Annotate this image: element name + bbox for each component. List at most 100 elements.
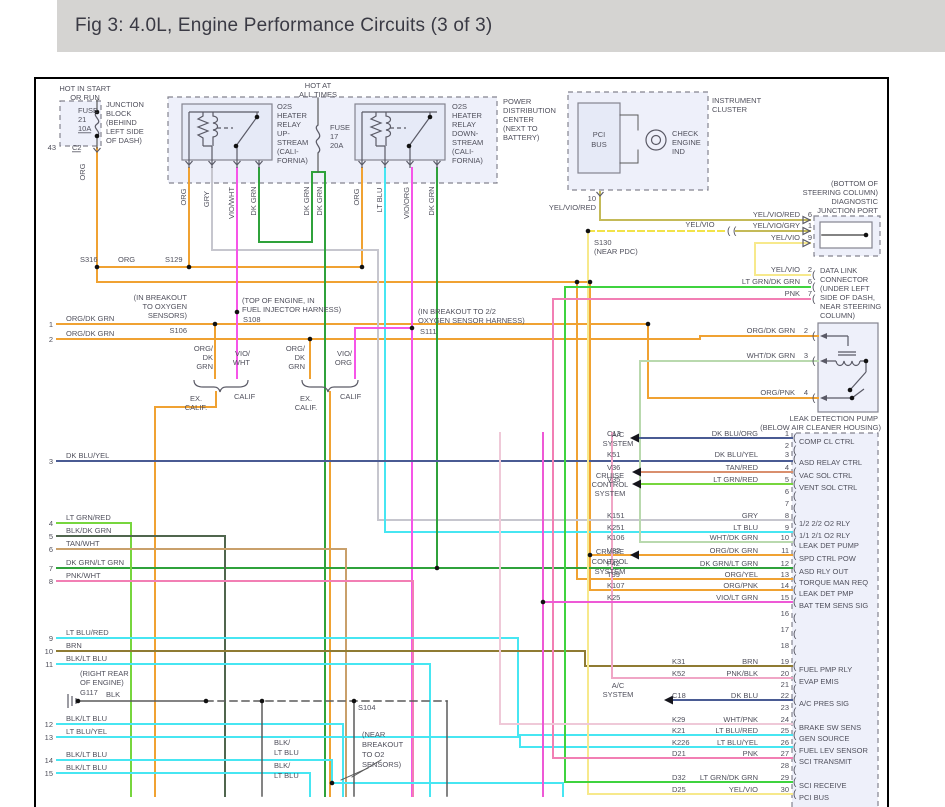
diagram-label: OXYGEN SENSOR HARNESS) — [418, 316, 525, 325]
pcm-wire-color: PNK — [743, 749, 758, 758]
system-arrow — [630, 550, 639, 560]
junction-dot — [186, 264, 192, 270]
junction-dot — [94, 264, 100, 270]
diagram-label: DK — [295, 353, 305, 362]
diagram-label: CALIF. — [295, 403, 318, 412]
diagram-label: 10 — [588, 194, 596, 203]
diagram-label: LEFT SIDE — [106, 127, 144, 136]
wire8-pnk-wht — [56, 580, 414, 797]
diagram-label: (BEHIND — [106, 118, 137, 127]
diagram-label: FUEL INJECTOR HARNESS) — [242, 305, 342, 314]
pcm-circuit-code: K251 — [607, 523, 625, 532]
junction-dot — [259, 698, 265, 704]
pcm-circuit-code: T99 — [607, 570, 620, 579]
left-wire-label: BRN — [66, 641, 82, 650]
junction-dot — [94, 133, 100, 139]
diagram-label: ORG — [78, 163, 87, 180]
diagram-label: (UNDER LEFT — [820, 284, 870, 293]
pcm-function-label: EVAP EMIS — [799, 677, 839, 686]
diagram-label: PCI — [593, 130, 606, 139]
diagram-label: BREAKOUT — [362, 740, 404, 749]
diagram-label: ENGINE — [672, 138, 701, 147]
pcm-function-label: SCI TRANSMIT — [799, 757, 852, 766]
pcm-pin-number: 7 — [785, 499, 789, 508]
pcm-function-label: ASD RELAY CTRL — [799, 458, 862, 467]
system-arrow — [632, 467, 641, 477]
wiring-diagram-canvas: ((((((((HOT IN STARTOR RUNFUSE2110AJUNCT… — [34, 77, 889, 807]
pcm-function-label: SCI RECEIVE — [799, 781, 847, 790]
diagram-label: O2S — [277, 102, 292, 111]
pcm-pin-number: 15 — [781, 593, 789, 602]
diagram-label: TO OXYGEN — [143, 302, 187, 311]
diagram-label: IND — [672, 147, 686, 156]
pcm-circuit-code: K107 — [607, 581, 625, 590]
pcm-wire-color: VIO/LT GRN — [716, 593, 758, 602]
pcm-function-label: GEN SOURCE — [799, 734, 849, 743]
pcm-function-label: COMP CL CTRL — [799, 437, 854, 446]
diagram-label: 1 — [808, 221, 812, 230]
pcm-pin-number: 9 — [785, 523, 789, 532]
pcm-pin-number: 12 — [781, 559, 789, 568]
pcm-circuit-code: C13 — [607, 429, 621, 438]
left-pin-number: 10 — [45, 647, 53, 656]
diagram-label: GRN — [196, 362, 213, 371]
diagram-label: WHT — [233, 358, 250, 367]
junction-dot — [574, 279, 580, 285]
pcm-wire-color: LT GRN/RED — [713, 475, 758, 484]
diagram-label: YEL/VIO — [771, 233, 800, 242]
diagram-label: SENSORS) — [148, 311, 188, 320]
left-pin-number: 9 — [49, 634, 53, 643]
pcm-pin-number: 13 — [781, 570, 789, 579]
left-pin-number: 13 — [45, 733, 53, 742]
left-pin-number: 5 — [49, 532, 53, 541]
diagram-label: 10A — [78, 124, 91, 133]
junction-dot — [359, 264, 365, 270]
diagram-label: C2 — [72, 143, 82, 152]
diagram-label: DATA LINK — [820, 266, 857, 275]
diagram-frame — [34, 77, 889, 807]
diagram-label: LT BLU — [274, 748, 299, 757]
pcm-function-label: FUEL PMP RLY — [799, 665, 852, 674]
diagram-label: DK GRN — [249, 186, 258, 215]
diagram-label: CENTER — [503, 115, 534, 124]
diagram-label: OR RUN — [70, 93, 100, 102]
diagram-label: DK GRN — [302, 186, 311, 215]
diagram-label: STREAM — [277, 138, 308, 147]
diagram-label: WHT/DK GRN — [747, 351, 795, 360]
diagram-label: 6 — [808, 210, 812, 219]
junction-dot — [203, 698, 209, 704]
diagram-label: CALIF — [340, 392, 362, 401]
pin-bracket: ( — [812, 270, 816, 281]
diagram-label: YEL/VIO/RED — [753, 210, 801, 219]
diagram-label: ORG/DK GRN — [747, 326, 795, 335]
pcm-circuit-code: K226 — [672, 738, 690, 747]
pcm-wire-color: BRN — [742, 657, 758, 666]
diagram-label: POWER — [503, 97, 532, 106]
left-pin-number: 15 — [45, 769, 53, 778]
diagram-label: (TOP OF ENGINE, IN — [242, 296, 315, 305]
diagram-label: BLOCK — [106, 109, 131, 118]
left-pin-number: 12 — [45, 720, 53, 729]
left-pin-number: 6 — [49, 545, 53, 554]
diagram-label: SYSTEM — [603, 690, 634, 699]
junction-dot — [847, 387, 853, 393]
diagram-label: RELAY — [277, 120, 301, 129]
left-wire-label: BLK/LT BLU — [66, 654, 107, 663]
diagram-label: (RIGHT REAR — [80, 669, 129, 678]
pcm-pin-number: 8 — [785, 511, 789, 520]
pcm-pin-number: 16 — [781, 609, 789, 618]
left-wire-label: BLK/LT BLU — [66, 763, 107, 772]
diagram-label: (NEXT TO — [503, 124, 538, 133]
pcm-pin-number: 27 — [781, 749, 789, 758]
diagram-label: OF DASH) — [106, 136, 142, 145]
diagram-label: 43 — [48, 143, 56, 152]
pcm-function-label: ASD RLY OUT — [799, 567, 849, 576]
diagram-label: FORNIA) — [277, 156, 308, 165]
dlc7-sci-transmit — [552, 298, 811, 759]
diagram-label: S130 — [594, 238, 612, 247]
diagram-label: INSTRUMENT — [712, 96, 762, 105]
diagram-label: OF ENGINE) — [80, 678, 124, 687]
diagram-label: S111 — [420, 327, 436, 336]
diagram-label: BLK — [106, 690, 120, 699]
diagram-label: BATTERY) — [503, 133, 540, 142]
